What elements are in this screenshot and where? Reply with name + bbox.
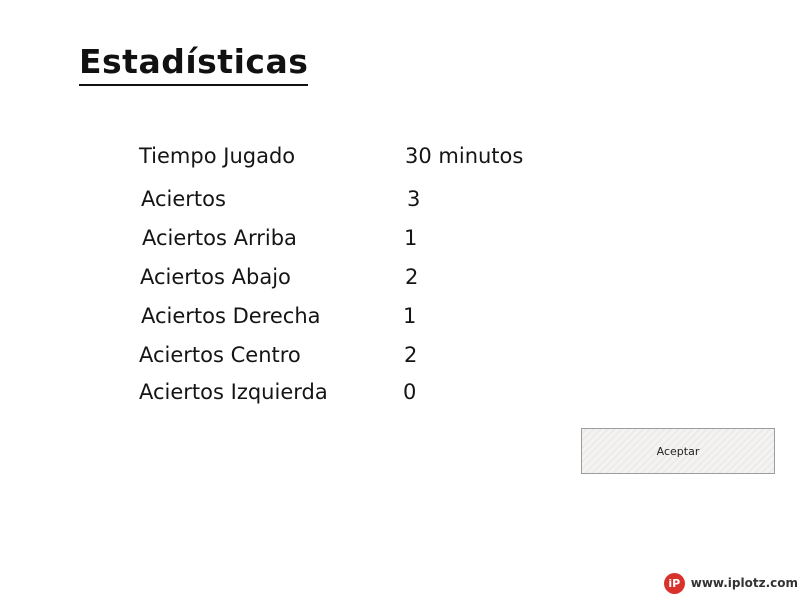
stat-label-aciertos-izquierda: Aciertos Izquierda xyxy=(139,380,328,404)
stat-value-aciertos-centro: 2 xyxy=(404,343,418,367)
stat-label-aciertos: Aciertos xyxy=(141,187,226,211)
iplotz-site-link[interactable]: www.iplotz.com xyxy=(691,576,798,590)
stat-value-tiempo-jugado: 30 minutos xyxy=(405,144,524,168)
stat-value-aciertos: 3 xyxy=(407,187,421,211)
stat-label-aciertos-abajo: Aciertos Abajo xyxy=(140,265,291,289)
iplotz-watermark[interactable]: iP www.iplotz.com xyxy=(663,570,798,596)
stat-value-aciertos-derecha: 1 xyxy=(403,304,417,328)
stat-value-aciertos-arriba: 1 xyxy=(404,226,418,250)
accept-button[interactable]: Aceptar xyxy=(581,428,775,474)
stat-value-aciertos-abajo: 2 xyxy=(405,265,419,289)
accept-button-label: Aceptar xyxy=(656,444,700,458)
iplotz-logo-icon: iP xyxy=(663,572,685,594)
stat-label-aciertos-derecha: Aciertos Derecha xyxy=(141,304,321,328)
stat-label-aciertos-centro: Aciertos Centro xyxy=(139,343,301,367)
page-title: Estadísticas xyxy=(79,40,309,86)
stat-label-tiempo-jugado: Tiempo Jugado xyxy=(139,144,296,168)
stat-value-aciertos-izquierda: 0 xyxy=(403,380,417,404)
stat-label-aciertos-arriba: Aciertos Arriba xyxy=(142,226,297,250)
